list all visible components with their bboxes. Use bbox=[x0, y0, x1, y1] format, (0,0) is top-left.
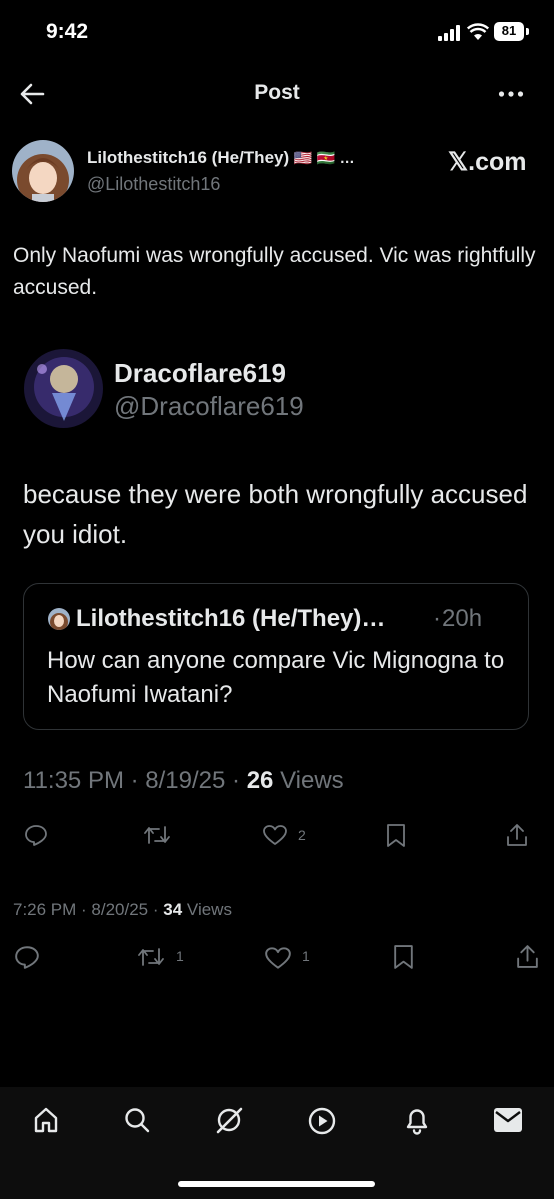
tab-search[interactable] bbox=[123, 1106, 151, 1134]
author-name-row[interactable]: Lilothestitch16 (He/They) 🇺🇸 🇸🇷 … bbox=[87, 148, 355, 168]
tab-home[interactable] bbox=[32, 1106, 60, 1134]
source-label: 𝕏.com bbox=[448, 148, 527, 176]
reply-button[interactable] bbox=[14, 944, 40, 970]
embedded-views-label: Views bbox=[280, 767, 344, 794]
post-meta: 7:26 PM · 8/20/25 · 34 Views bbox=[13, 900, 232, 919]
author-flags: 🇺🇸 🇸🇷 … bbox=[293, 150, 355, 167]
wifi-icon bbox=[467, 23, 489, 41]
like-icon bbox=[265, 947, 291, 969]
bookmark-button[interactable] bbox=[393, 944, 414, 971]
post-text: Only Naofumi was wrongfully accused. Vic… bbox=[13, 244, 536, 299]
more-options-button[interactable] bbox=[498, 90, 524, 98]
tab-messages[interactable] bbox=[494, 1108, 522, 1132]
retweet-count: 1 bbox=[176, 948, 184, 964]
embedded-author-handle: @Dracoflare619 bbox=[114, 391, 304, 421]
embedded-share-icon bbox=[505, 822, 529, 848]
share-button[interactable] bbox=[515, 943, 540, 970]
embedded-date: 8/19/25 bbox=[145, 767, 226, 794]
video-icon bbox=[308, 1107, 336, 1135]
embedded-like-icon bbox=[262, 823, 288, 847]
reply-icon bbox=[15, 946, 39, 969]
embedded-author-avatar bbox=[24, 349, 103, 428]
home-icon bbox=[34, 1107, 58, 1133]
battery-tip bbox=[526, 28, 529, 35]
embedded-like-count: 2 bbox=[298, 827, 306, 843]
author-avatar[interactable] bbox=[12, 140, 74, 202]
tab-grok[interactable] bbox=[214, 1105, 244, 1135]
embedded-reply-icon bbox=[24, 823, 48, 847]
embedded-views-count: 26 bbox=[246, 767, 274, 794]
quoted-post-age: 20h bbox=[442, 605, 483, 632]
quoted-author-name: Lilothestitch16 (He/They)… bbox=[76, 605, 386, 632]
grok-icon bbox=[216, 1107, 243, 1134]
search-icon bbox=[125, 1108, 150, 1133]
embedded-bookmark-icon bbox=[386, 823, 406, 849]
quoted-author-avatar bbox=[48, 608, 70, 630]
post-time: 7:26 PM bbox=[13, 900, 77, 919]
like-button[interactable] bbox=[264, 945, 292, 971]
post-views-label: Views bbox=[186, 900, 232, 919]
tab-video[interactable] bbox=[307, 1106, 337, 1136]
post-views-count: 34 bbox=[163, 900, 183, 919]
embedded-post-text: because they were both wrongfully accuse… bbox=[23, 479, 528, 549]
author-name[interactable]: Lilothestitch16 (He/They) bbox=[87, 148, 289, 167]
post-date: 8/20/25 bbox=[91, 900, 149, 919]
battery-icon: 81 bbox=[494, 22, 524, 41]
quoted-post-text: How can anyone compare Vic Mignogna to N… bbox=[47, 647, 505, 708]
embedded-author-name: Dracoflare619 bbox=[114, 358, 286, 388]
retweet-button[interactable] bbox=[136, 945, 166, 969]
share-icon bbox=[517, 945, 538, 968]
embedded-time: 11:35 PM bbox=[23, 767, 124, 794]
notifications-icon bbox=[406, 1109, 428, 1135]
retweet-icon bbox=[138, 948, 164, 966]
embedded-post-meta: 11:35 PM · 8/19/25 · 26 Views bbox=[23, 767, 344, 794]
cellular-signal-icon bbox=[438, 25, 462, 41]
home-indicator bbox=[178, 1181, 375, 1187]
embedded-retweet-icon bbox=[143, 823, 171, 847]
more-icon bbox=[498, 91, 524, 97]
page-title: Post bbox=[254, 81, 300, 104]
quoted-separator: · bbox=[433, 605, 441, 632]
bookmark-icon bbox=[394, 945, 413, 969]
status-time: 9:42 bbox=[46, 20, 89, 43]
tab-notifications[interactable] bbox=[403, 1105, 431, 1135]
author-handle[interactable]: @Lilothestitch16 bbox=[87, 174, 220, 195]
messages-icon bbox=[494, 1108, 522, 1132]
like-count: 1 bbox=[302, 948, 310, 964]
